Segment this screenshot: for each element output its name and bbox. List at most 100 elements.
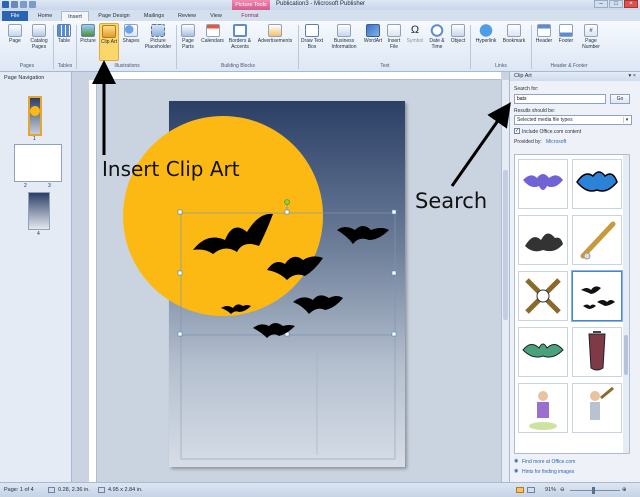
close-button[interactable]: × — [624, 0, 638, 8]
clip-art-result-crossed-bats[interactable] — [518, 271, 568, 321]
tab-view[interactable]: View — [204, 11, 228, 21]
clip-art-result-purple-bats[interactable] — [518, 159, 568, 209]
wordart-icon — [366, 24, 380, 37]
shapes-button[interactable]: Shapes — [121, 24, 141, 45]
media-type-select[interactable]: Selected media file types ▾ — [514, 115, 632, 125]
position-icon — [48, 487, 55, 493]
insert-file-button[interactable]: Insert File — [385, 24, 403, 50]
batter-icon — [590, 386, 614, 420]
redo-icon[interactable] — [29, 1, 36, 8]
file-icon — [387, 24, 401, 37]
media-type-value: Selected media file types — [517, 117, 573, 123]
results-scrollbar-thumb[interactable] — [624, 335, 628, 375]
borders-icon — [233, 24, 247, 37]
calendars-button[interactable]: Calendars — [199, 24, 226, 45]
object-button[interactable]: Object — [448, 24, 468, 45]
rotate-handle[interactable] — [284, 199, 290, 205]
clip-art-result-flying-bats[interactable] — [572, 271, 622, 321]
blue-bats-icon — [576, 171, 618, 192]
zoom-out-icon[interactable]: ⊖ — [560, 487, 565, 493]
hyperlink-button[interactable]: Hyperlink — [472, 24, 500, 45]
green-bat-icon — [522, 343, 564, 358]
zoom-slider-thumb[interactable] — [592, 487, 595, 494]
find-more-link[interactable]: Find more at Office.com — [522, 459, 575, 465]
single-page-view-icon[interactable] — [516, 487, 524, 493]
group-text-label: Text — [380, 63, 390, 69]
title-bar: Picture Tools Publication3 - Microsoft P… — [0, 0, 640, 10]
ribbon: Page Catalog Pages Table Picture Clip Ar… — [0, 21, 640, 72]
clip-art-result-bat-sketch[interactable] — [518, 215, 568, 265]
page-number-label: 4 — [37, 231, 40, 237]
page-number-icon: # — [584, 24, 598, 37]
clip-art-button[interactable]: Clip Art — [99, 23, 119, 61]
page-parts-button[interactable]: Page Parts — [178, 24, 198, 50]
ribbon-tabs: File Home Insert Page Design Mailings Re… — [0, 10, 640, 21]
results-scrollbar[interactable] — [623, 155, 629, 453]
table-button[interactable]: Table — [55, 24, 73, 45]
baseball-player-icon — [529, 391, 557, 430]
picture-icon — [81, 24, 95, 37]
scrollbar-thumb[interactable] — [503, 170, 508, 320]
tab-insert[interactable]: Insert — [61, 11, 89, 21]
business-information-button[interactable]: Business Information — [326, 24, 362, 50]
two-page-view-icon[interactable] — [527, 487, 535, 493]
zoom-slider[interactable] — [570, 490, 620, 491]
draw-text-box-button[interactable]: Draw Text Box — [300, 24, 324, 50]
annotation-insert-clip-art: Insert Clip Art — [102, 157, 240, 181]
clip-art-result-baseball-player[interactable] — [518, 383, 568, 433]
minimize-button[interactable]: – — [594, 0, 608, 8]
footer-icon — [559, 24, 573, 37]
group-links-label: Links — [495, 63, 507, 69]
clip-art-result-baseball-bat[interactable] — [572, 215, 622, 265]
group-header-footer-label: Header & Footer — [550, 63, 588, 69]
zoom-level: 91% — [545, 487, 557, 493]
clip-art-icon — [102, 25, 116, 38]
include-office-content-checkbox[interactable]: ✓ — [514, 128, 520, 134]
clip-art-result-hanging-bat[interactable] — [572, 327, 622, 377]
go-button[interactable]: Go — [610, 94, 630, 104]
tab-review[interactable]: Review — [173, 11, 201, 21]
footer-button[interactable]: Footer — [555, 24, 577, 45]
wordart-button[interactable]: WordArt — [362, 24, 384, 45]
picture-button[interactable]: Picture — [78, 24, 98, 45]
advertisements-button[interactable]: Advertisements — [255, 24, 295, 45]
symbol-button[interactable]: Ω Symbol — [404, 24, 426, 45]
clip-art-search-input[interactable] — [514, 94, 606, 104]
task-pane-title: Clip Art — [514, 73, 532, 79]
clip-art-results-grid — [514, 154, 630, 454]
page-number-button[interactable]: # Page Number — [578, 24, 604, 50]
date-time-button[interactable]: Date & Time — [427, 24, 447, 50]
bookmark-button[interactable]: Bookmark — [500, 24, 528, 45]
shapes-icon — [124, 24, 138, 37]
header-button[interactable]: Header — [533, 24, 555, 45]
save-icon[interactable] — [11, 1, 18, 8]
close-icon[interactable]: ▾ × — [628, 73, 636, 79]
tab-mailings[interactable]: Mailings — [138, 11, 170, 21]
page-thumbnail-2-3[interactable] — [14, 144, 62, 182]
vertical-scrollbar[interactable] — [501, 80, 509, 482]
picture-placeholder-button[interactable]: Picture Placeholder — [143, 24, 173, 50]
tab-page-design[interactable]: Page Design — [93, 11, 135, 21]
size-status: 4.95 x 2.84 in. — [108, 487, 143, 493]
zoom-in-icon[interactable]: ⊕ — [622, 487, 627, 493]
catalog-pages-button[interactable]: Catalog Pages — [27, 24, 51, 50]
ribbon-separator — [531, 25, 532, 69]
page-navigation-pane: Page Navigation 1 2 3 4 — [0, 72, 72, 482]
page-thumbnail-4[interactable] — [28, 192, 50, 230]
document-canvas[interactable] — [97, 80, 501, 482]
tab-home[interactable]: Home — [32, 11, 58, 21]
undo-icon[interactable] — [20, 1, 27, 8]
borders-accents-button[interactable]: Borders & Accents — [226, 24, 254, 50]
maximize-button[interactable]: □ — [609, 0, 623, 8]
clip-art-result-batter[interactable] — [572, 383, 622, 433]
provider-link[interactable]: Microsoft — [546, 139, 566, 145]
tab-file[interactable]: File — [2, 11, 28, 21]
tab-format[interactable]: Format — [234, 11, 266, 21]
page-thumbnail-1[interactable] — [28, 96, 42, 136]
clip-art-result-blue-bats[interactable] — [572, 159, 622, 209]
page-button[interactable]: Page — [4, 24, 26, 45]
window-title: Publication3 - Microsoft Publisher — [276, 1, 366, 7]
hints-link[interactable]: Hints for finding images — [522, 469, 574, 475]
globe-link-icon — [479, 24, 493, 37]
clip-art-result-green-bat[interactable] — [518, 327, 568, 377]
